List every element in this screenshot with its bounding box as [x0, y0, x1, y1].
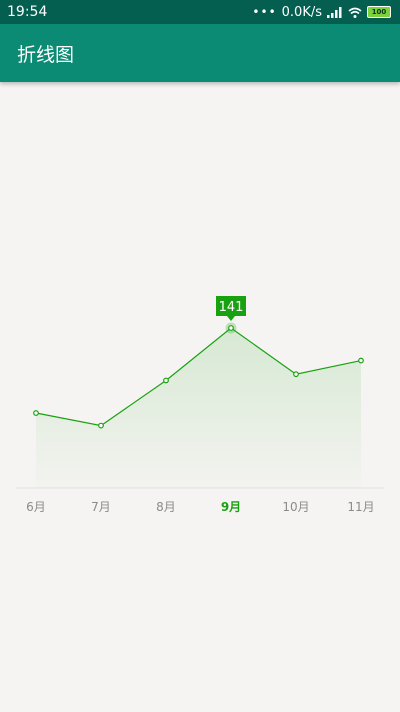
tooltip-pointer [227, 316, 235, 321]
data-point[interactable] [358, 357, 364, 364]
status-icons: ••• 0.0K/s 100 [252, 5, 391, 20]
app-bar: 折线图 [0, 24, 400, 82]
x-tick-label[interactable]: 10月 [282, 500, 309, 514]
data-point[interactable] [163, 377, 169, 384]
x-tick-label[interactable]: 7月 [91, 500, 111, 514]
line-chart[interactable]: 6月 7月 8月 9月 10月 11月 141 [0, 82, 400, 712]
data-point[interactable] [33, 410, 39, 416]
x-tick-label[interactable]: 8月 [156, 500, 176, 514]
network-speed: 0.0K/s [281, 4, 322, 20]
series-area [36, 328, 361, 488]
x-tick-label[interactable]: 6月 [26, 500, 46, 514]
tooltip-value: 141 [219, 300, 244, 315]
status-bar: 19:54 ••• 0.0K/s 100 [0, 0, 400, 24]
page-title: 折线图 [17, 43, 75, 66]
signal-icon [327, 6, 342, 18]
data-point[interactable] [228, 325, 234, 331]
data-point[interactable] [98, 422, 104, 429]
status-time: 19:54 [7, 4, 48, 20]
more-dots: ••• [252, 5, 277, 19]
data-point[interactable] [293, 371, 299, 378]
battery-icon: 100 [367, 6, 391, 18]
wifi-icon [348, 7, 362, 18]
x-tick-label[interactable]: 9月 [221, 500, 241, 514]
x-tick-label[interactable]: 11月 [347, 500, 374, 514]
chart-area[interactable]: 6月 7月 8月 9月 10月 11月 141 [0, 82, 400, 712]
